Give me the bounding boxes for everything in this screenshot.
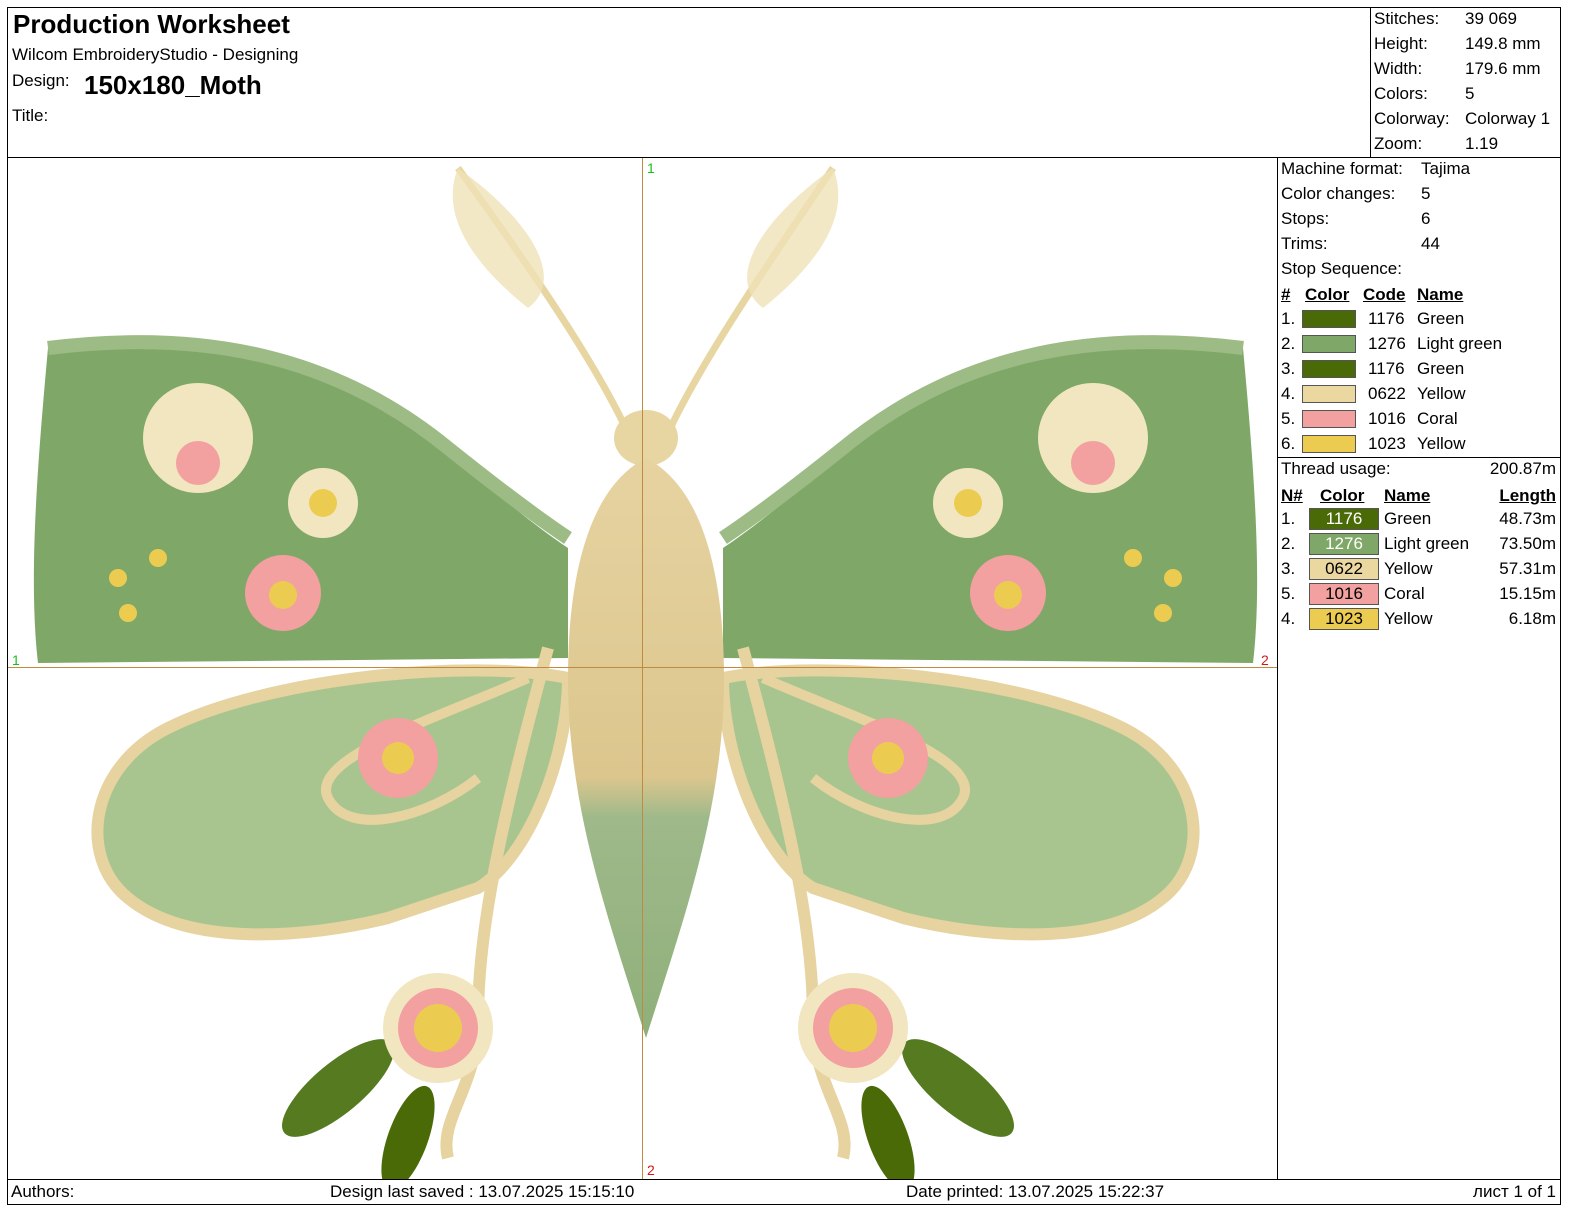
moth-embroidery-image	[8, 158, 1277, 1179]
stop-num: 3.	[1281, 359, 1296, 378]
marker-right: 2	[1261, 652, 1269, 668]
machine-value: 6	[1421, 209, 1431, 228]
thread-name: Green	[1384, 509, 1432, 528]
thread-color-swatch: 1016	[1309, 583, 1379, 605]
thread-header-name: Name	[1384, 486, 1431, 505]
stop-sequence-label: Stop Sequence:	[1281, 259, 1402, 278]
color-swatch	[1302, 385, 1356, 403]
stop-name: Light green	[1417, 334, 1503, 353]
color-swatch	[1302, 335, 1356, 353]
thread-name: Coral	[1384, 584, 1425, 603]
thread-num: 5.	[1281, 584, 1296, 603]
thread-num: 1.	[1281, 509, 1296, 528]
stop-code: 1016	[1368, 409, 1406, 428]
footer-authors: Authors:	[11, 1182, 75, 1201]
stat-label: Width:	[1374, 59, 1423, 78]
marker-left: 1	[12, 652, 20, 668]
stop-num: 1.	[1281, 309, 1296, 328]
stat-value: 179.6 mm	[1465, 59, 1541, 78]
thread-header-num: N#	[1281, 486, 1303, 505]
design-label: Design:	[12, 71, 70, 90]
thread-length: 73.50m	[1499, 534, 1556, 553]
design-canvas	[7, 157, 1278, 1180]
machine-label: Color changes:	[1281, 184, 1396, 203]
thread-num: 4.	[1281, 609, 1296, 628]
stat-label: Colors:	[1374, 84, 1428, 103]
thread-num: 2.	[1281, 534, 1296, 553]
stop-code: 0622	[1368, 384, 1406, 403]
color-swatch	[1302, 435, 1356, 453]
stat-value: 149.8 mm	[1465, 34, 1541, 53]
divider	[1277, 457, 1561, 458]
footer-page: лист 1 of 1	[1473, 1182, 1556, 1201]
stop-num: 4.	[1281, 384, 1296, 403]
thread-color-swatch: 1276	[1309, 533, 1379, 555]
stat-label: Zoom:	[1374, 134, 1423, 153]
stop-header-name: Name	[1417, 285, 1464, 304]
stop-code: 1176	[1368, 359, 1405, 378]
stop-name: Yellow	[1417, 384, 1466, 403]
color-swatch	[1302, 360, 1356, 378]
stop-header-color: Color	[1305, 285, 1350, 304]
app-name: Wilcom EmbroideryStudio - Designing	[12, 45, 299, 64]
stop-header-code: Code	[1363, 285, 1406, 304]
thread-name: Light green	[1384, 534, 1470, 553]
stat-value: 5	[1465, 84, 1475, 103]
stop-code: 1023	[1368, 434, 1406, 453]
stop-code: 1276	[1368, 334, 1406, 353]
thread-color-swatch: 1176	[1309, 508, 1379, 530]
stat-label: Height:	[1374, 34, 1428, 53]
stop-name: Green	[1417, 309, 1465, 328]
thread-color-swatch: 0622	[1309, 558, 1379, 580]
machine-value: 5	[1421, 184, 1431, 203]
color-swatch	[1302, 410, 1356, 428]
thread-name: Yellow	[1384, 609, 1433, 628]
footer-printed: Date printed: 13.07.2025 15:22:37	[906, 1182, 1165, 1201]
moth-body	[568, 458, 724, 1038]
stop-name: Yellow	[1417, 434, 1466, 453]
title-label: Title:	[12, 106, 49, 125]
stop-num: 5.	[1281, 409, 1296, 428]
moth-head	[614, 410, 678, 466]
marker-bottom: 2	[647, 1162, 655, 1178]
stat-label: Colorway:	[1374, 109, 1450, 128]
machine-label: Stops:	[1281, 209, 1330, 228]
machine-label: Trims:	[1281, 234, 1328, 253]
thread-length: 6.18m	[1508, 609, 1556, 628]
stat-value: Colorway 1	[1465, 109, 1551, 128]
thread-name: Yellow	[1384, 559, 1433, 578]
stop-name: Coral	[1417, 409, 1458, 428]
stat-label: Stitches:	[1374, 9, 1440, 28]
color-swatch	[1302, 310, 1356, 328]
stop-name: Green	[1417, 359, 1465, 378]
thread-num: 3.	[1281, 559, 1296, 578]
machine-value: Tajima	[1421, 159, 1471, 178]
footer-saved: Design last saved : 13.07.2025 15:15:10	[330, 1182, 635, 1201]
stop-num: 2.	[1281, 334, 1296, 353]
stop-header-num: #	[1281, 285, 1291, 304]
stop-code: 1176	[1368, 309, 1405, 328]
thread-header-length: Length	[1499, 486, 1556, 505]
thread-usage-total: 200.87m	[1489, 459, 1556, 478]
stat-value: 1.19	[1465, 134, 1499, 153]
thread-length: 48.73m	[1499, 509, 1556, 528]
stat-value: 39 069	[1465, 9, 1517, 28]
thread-length: 15.15m	[1499, 584, 1556, 603]
machine-label: Machine format:	[1281, 159, 1403, 178]
design-name: 150x180_Moth	[84, 70, 262, 100]
thread-length: 57.31m	[1499, 559, 1556, 578]
machine-value: 44	[1421, 234, 1440, 253]
page-title: Production Worksheet	[13, 9, 290, 39]
thread-header-color: Color	[1320, 486, 1365, 505]
marker-top: 1	[647, 160, 655, 176]
thread-color-swatch: 1023	[1309, 608, 1379, 630]
footer-box	[7, 1179, 1561, 1205]
stop-num: 6.	[1281, 434, 1296, 453]
thread-usage-label: Thread usage:	[1281, 459, 1391, 478]
